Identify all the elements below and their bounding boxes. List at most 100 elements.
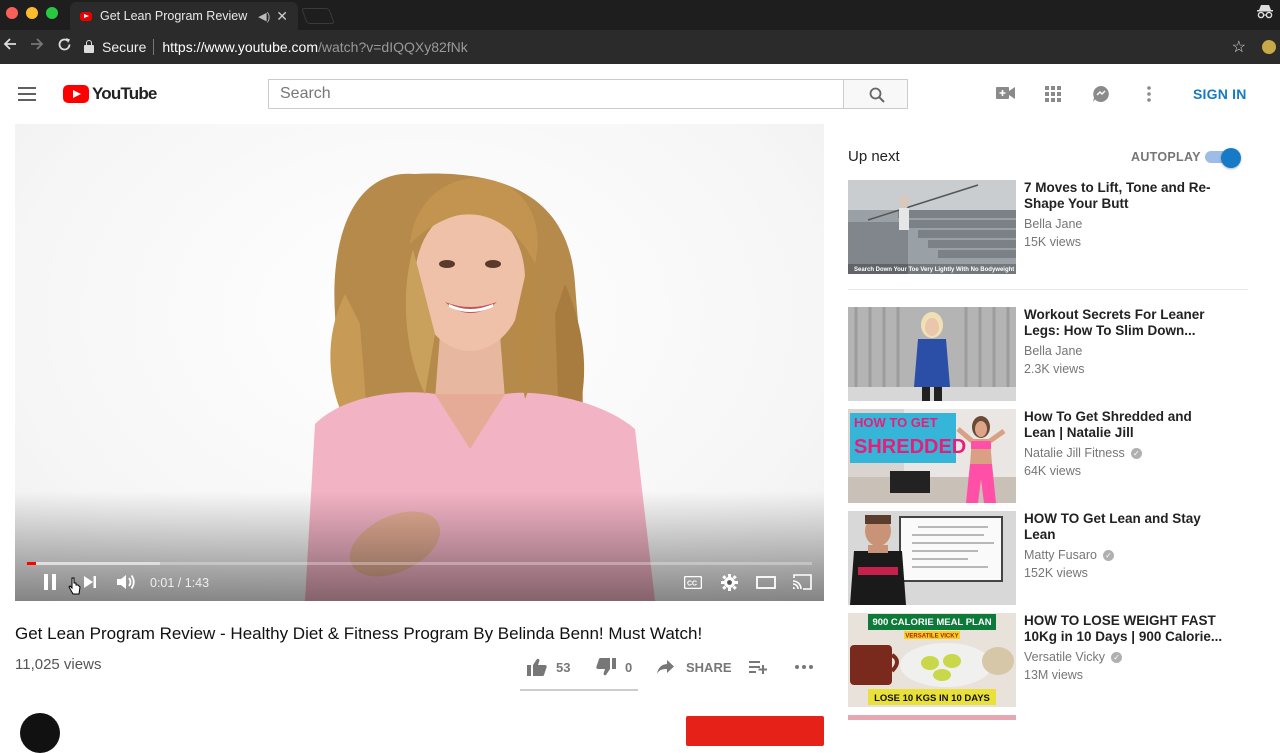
rec-channel: Bella Jane bbox=[1024, 217, 1082, 231]
video-thumbnail[interactable] bbox=[848, 511, 1016, 605]
like-count: 53 bbox=[556, 659, 571, 675]
pause-icon[interactable] bbox=[43, 574, 57, 595]
autoplay-label: AUTOPLAY bbox=[1131, 150, 1201, 164]
like-button[interactable]: 53 bbox=[527, 656, 570, 678]
search-icon bbox=[869, 87, 885, 103]
new-tab-button[interactable] bbox=[301, 8, 335, 24]
rec-channel-name: Matty Fusaro bbox=[1024, 548, 1097, 562]
search-input[interactable] bbox=[269, 80, 844, 108]
browser-titlebar: Get Lean Program Review ◀︎) ✕ bbox=[0, 0, 1280, 30]
thumb-bottom: LOSE 10 KGS IN 10 DAYS bbox=[874, 693, 990, 704]
recommended-video[interactable]: HOW TO GET SHREDDED How To Get Shredded … bbox=[848, 409, 1248, 503]
sign-in-link[interactable]: SIGN IN bbox=[1193, 86, 1247, 102]
share-label: SHARE bbox=[686, 659, 732, 675]
forward-arrow-icon[interactable] bbox=[30, 37, 44, 56]
search-box bbox=[268, 79, 844, 109]
browser-toolbar: Secure https://www.youtube.com/watch?v=d… bbox=[0, 30, 1280, 64]
recommended-video[interactable]: 900 CALORIE MEAL PLAN VERSATILE VICKY LO… bbox=[848, 613, 1248, 707]
video-thumbnail[interactable]: 900 CALORIE MEAL PLAN VERSATILE VICKY LO… bbox=[848, 613, 1016, 707]
channel-row bbox=[0, 705, 830, 753]
verified-check-icon: ✓ bbox=[1130, 447, 1142, 459]
video-thumbnail[interactable] bbox=[848, 307, 1016, 401]
incognito-icon bbox=[1256, 4, 1274, 23]
progress-played bbox=[27, 562, 37, 565]
toggle-knob bbox=[1221, 148, 1241, 168]
rec-channel: Natalie Jill Fitness ✓ bbox=[1024, 446, 1142, 460]
youtube-header: YouTube SIGN IN bbox=[0, 64, 1280, 124]
video-thumbnail[interactable]: HOW TO GET SHREDDED bbox=[848, 409, 1016, 503]
subscribe-button[interactable] bbox=[686, 716, 824, 746]
youtube-logo[interactable]: YouTube bbox=[63, 84, 157, 104]
more-horiz-icon bbox=[795, 665, 813, 669]
search-button[interactable] bbox=[843, 79, 908, 109]
messages-icon[interactable] bbox=[1092, 85, 1110, 108]
thumb-caption: Search Down Your Toe Very Lightly With N… bbox=[854, 267, 1014, 273]
verified-check-icon: ✓ bbox=[1102, 549, 1114, 561]
close-tab-icon[interactable]: ✕ bbox=[276, 8, 288, 25]
like-ratio-bar bbox=[520, 689, 638, 691]
divider bbox=[848, 289, 1248, 290]
rec-views: 64K views bbox=[1024, 464, 1081, 478]
verified-check-icon: ✓ bbox=[1111, 651, 1123, 663]
view-count: 11,025 views bbox=[15, 656, 102, 673]
apps-grid-icon[interactable] bbox=[1045, 86, 1061, 107]
reload-icon[interactable] bbox=[57, 37, 72, 57]
rec-title[interactable]: Workout Secrets For Leaner Legs: How To … bbox=[1024, 307, 1224, 339]
more-vert-icon[interactable] bbox=[1146, 85, 1152, 108]
captions-icon[interactable]: CC bbox=[683, 575, 703, 594]
add-to-playlist-icon bbox=[749, 661, 767, 674]
share-arrow-icon bbox=[657, 660, 674, 674]
url-host: https://www.youtube.com bbox=[162, 39, 318, 55]
back-arrow-icon[interactable] bbox=[3, 37, 17, 56]
thumb-line1: HOW TO GET bbox=[854, 415, 938, 430]
volume-icon[interactable] bbox=[116, 574, 136, 595]
theater-mode-icon[interactable] bbox=[756, 576, 776, 594]
video-title: Get Lean Program Review - Healthy Diet &… bbox=[15, 624, 703, 643]
up-next-heading: Up next bbox=[848, 148, 900, 165]
next-video-icon[interactable] bbox=[83, 574, 97, 595]
close-window-button[interactable] bbox=[6, 7, 18, 19]
progress-bar[interactable] bbox=[27, 562, 812, 565]
channel-avatar[interactable] bbox=[20, 713, 60, 753]
rec-title[interactable]: How To Get Shredded and Lean | Natalie J… bbox=[1024, 409, 1224, 441]
video-thumbnail[interactable]: Search Down Your Toe Very Lightly With N… bbox=[848, 180, 1016, 274]
bookmark-star-icon[interactable]: ☆ bbox=[1232, 37, 1246, 57]
maximize-window-button[interactable] bbox=[46, 7, 58, 19]
thumb-line2: SHREDDED bbox=[854, 436, 966, 458]
settings-gear-icon[interactable] bbox=[721, 574, 738, 596]
cast-icon[interactable] bbox=[792, 574, 812, 595]
rec-channel-name: Natalie Jill Fitness bbox=[1024, 446, 1125, 460]
progress-buffered bbox=[27, 562, 161, 565]
minimize-window-button[interactable] bbox=[26, 7, 38, 19]
speaker-icon[interactable]: ◀︎) bbox=[258, 10, 270, 23]
rec-title[interactable]: 7 Moves to Lift, Tone and Re-Shape Your … bbox=[1024, 180, 1224, 212]
recommended-video[interactable] bbox=[848, 715, 1248, 720]
extension-icon[interactable] bbox=[1262, 40, 1276, 54]
rec-title[interactable]: HOW TO Get Lean and Stay Lean bbox=[1024, 511, 1224, 543]
url-path: /watch?v=dIQQXy82fNk bbox=[318, 39, 468, 55]
rec-views: 13M views bbox=[1024, 668, 1084, 682]
thumbs-up-icon bbox=[527, 658, 547, 676]
share-button[interactable]: SHARE bbox=[657, 656, 732, 678]
youtube-play-logo-icon bbox=[63, 85, 89, 103]
rec-channel: Matty Fusaro ✓ bbox=[1024, 548, 1114, 562]
rec-channel-name: Bella Jane bbox=[1024, 344, 1083, 358]
dislike-button[interactable]: 0 bbox=[596, 656, 632, 678]
url-bar[interactable]: Secure https://www.youtube.com/watch?v=d… bbox=[84, 35, 1254, 59]
autoplay-toggle[interactable] bbox=[1205, 148, 1241, 168]
recommended-video[interactable]: Workout Secrets For Leaner Legs: How To … bbox=[848, 307, 1248, 401]
add-to-playlist-button[interactable] bbox=[749, 656, 767, 678]
lock-icon bbox=[84, 39, 94, 53]
menu-icon[interactable] bbox=[18, 87, 36, 101]
dislike-count: 0 bbox=[625, 659, 633, 675]
thumb-sub: VERSATILE VICKY bbox=[905, 634, 958, 640]
more-actions-button[interactable] bbox=[794, 656, 814, 678]
browser-tab[interactable]: Get Lean Program Review ◀︎) ✕ bbox=[70, 2, 298, 30]
rec-channel: Bella Jane bbox=[1024, 344, 1082, 358]
recommended-video[interactable]: HOW TO Get Lean and Stay Lean Matty Fusa… bbox=[848, 511, 1248, 605]
upload-video-icon[interactable] bbox=[996, 86, 1015, 105]
video-thumbnail[interactable] bbox=[848, 715, 1016, 720]
recommended-video[interactable]: Search Down Your Toe Very Lightly With N… bbox=[848, 180, 1248, 274]
rec-title[interactable]: HOW TO LOSE WEIGHT FAST 10Kg in 10 Days … bbox=[1024, 613, 1224, 645]
video-player[interactable]: 0:01 / 1:43 CC bbox=[15, 124, 824, 601]
